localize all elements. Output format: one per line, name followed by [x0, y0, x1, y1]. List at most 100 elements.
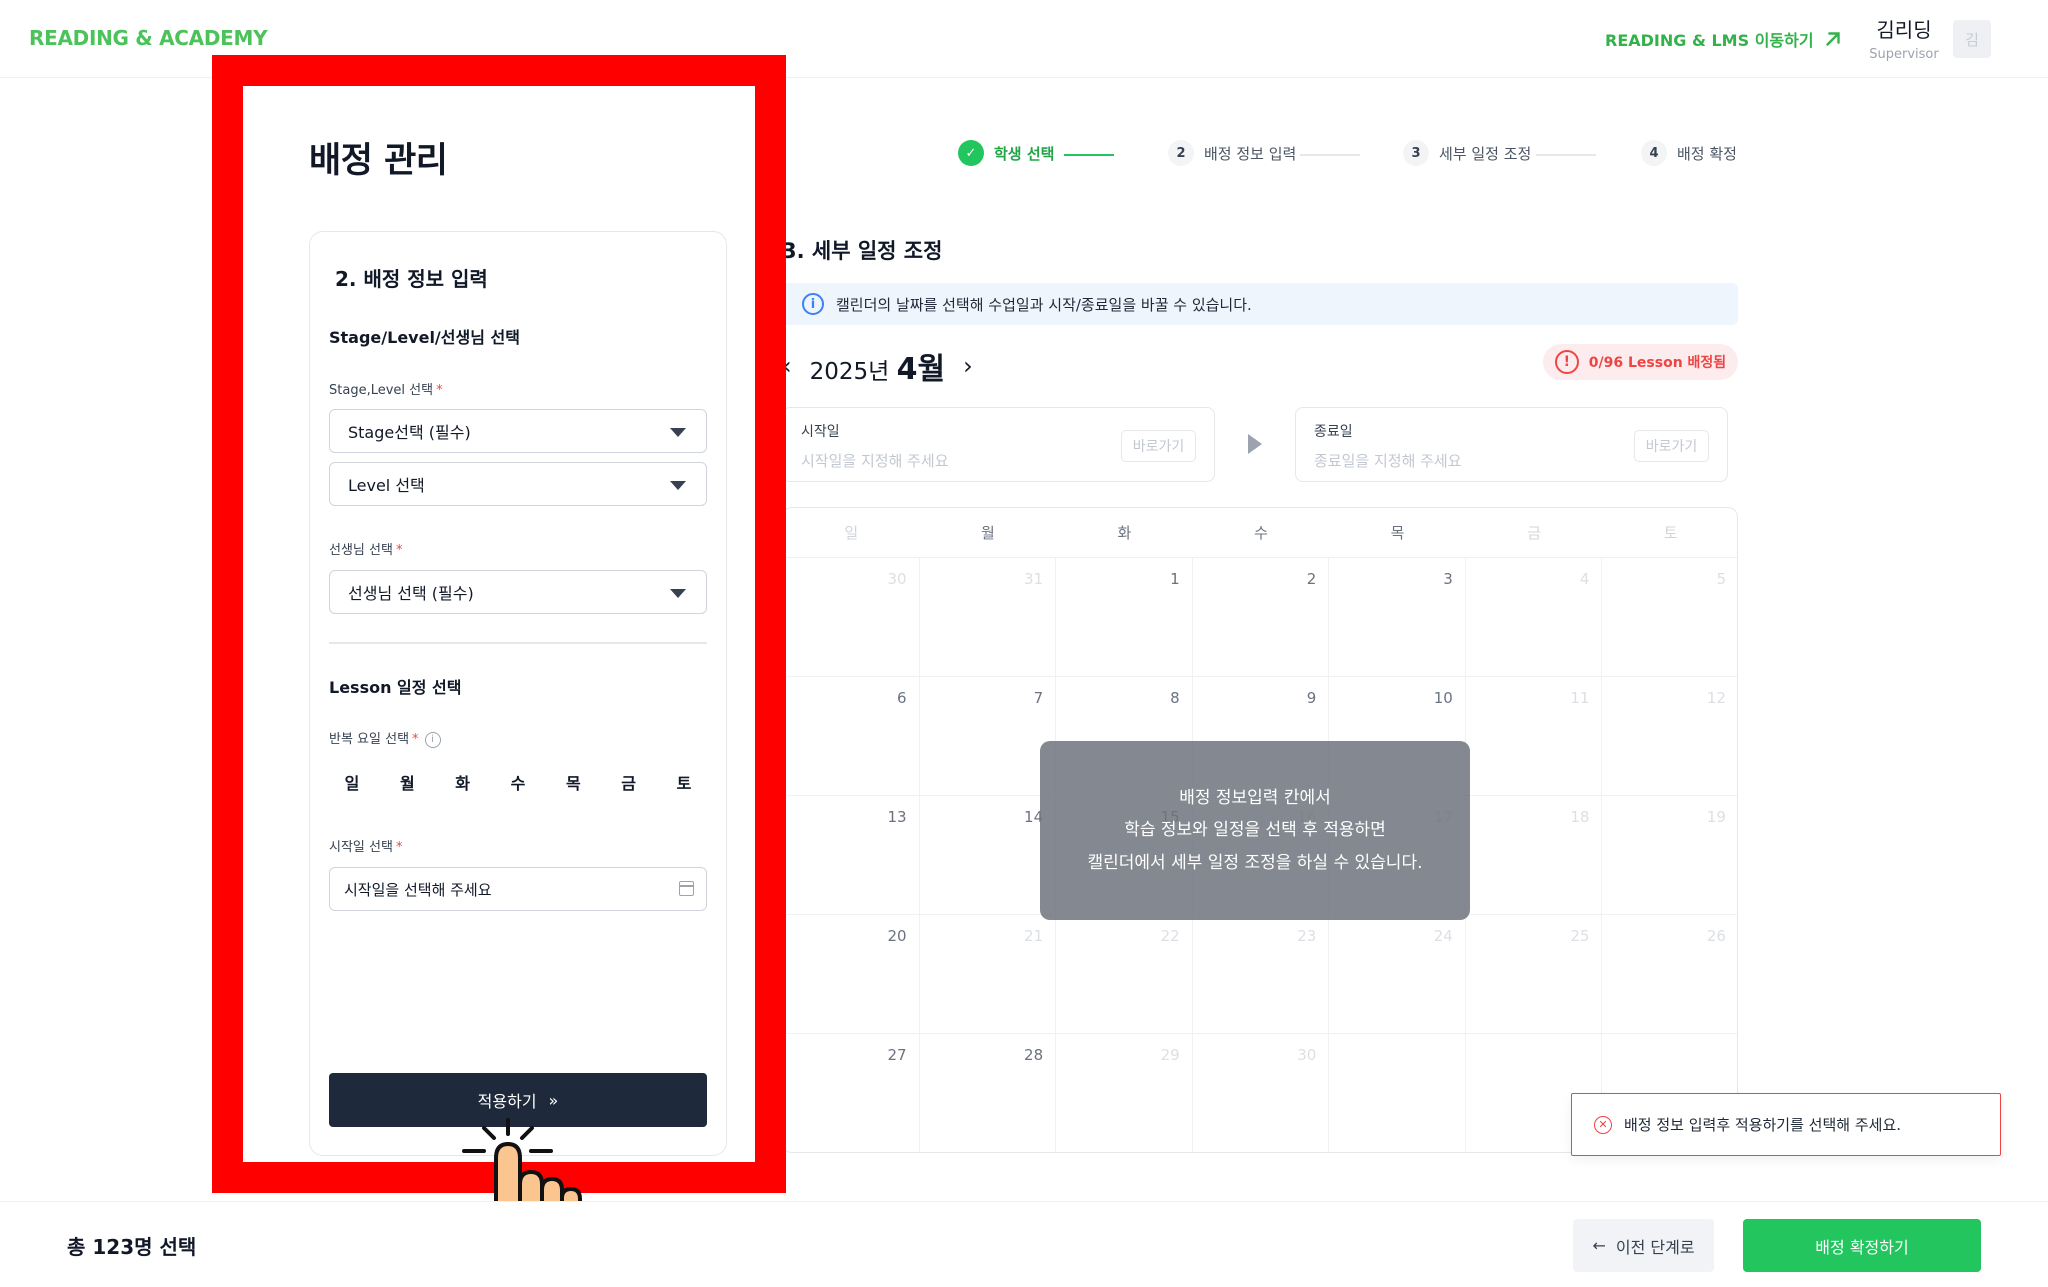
calendar-icon[interactable] [679, 881, 694, 896]
teacher-label: 선생님 선택 * [329, 539, 402, 558]
weekday-toggle-wed[interactable]: 수 [503, 770, 533, 794]
calendar-day-cell[interactable]: 21 [919, 915, 1057, 1034]
month-text: 4월 [896, 352, 946, 387]
start-date-input[interactable]: 시작일을 선택해 주세요 [329, 867, 707, 911]
avatar[interactable]: 김 [1953, 20, 1991, 58]
overlay-line: 배정 정보입력 칸에서 [1179, 787, 1331, 808]
calendar-day-cell[interactable]: 4 [1465, 558, 1603, 677]
teacher-select-value: 선생님 선택 (필수) [348, 584, 474, 603]
page-title: 배정 관리 [309, 141, 448, 181]
level-select[interactable]: Level 선택 [329, 462, 707, 506]
calendar-day-cell[interactable]: 1 [1056, 558, 1193, 677]
stepper: ✓ 학생 선택 2 배정 정보 입력 3 세부 일정 조정 4 배정 확정 [958, 140, 1738, 170]
play-arrow-icon [1248, 434, 1262, 454]
previous-step-button[interactable]: ← 이전 단계로 [1573, 1219, 1714, 1272]
app-logo[interactable]: READING & ACADEMY [29, 26, 268, 50]
calendar-day-number: 22 [1160, 927, 1180, 945]
weekday-toggle-tue[interactable]: 화 [448, 770, 478, 794]
calendar-day-number: 2 [1306, 570, 1317, 588]
info-banner: i 캘린더의 날짜를 선택해 수업일과 시작/종료일을 바꿀 수 있습니다. [782, 283, 1738, 325]
calendar-day-number: 9 [1306, 689, 1317, 707]
calendar-day-cell[interactable] [1329, 1034, 1466, 1152]
end-date-goto-button[interactable]: 바로가기 [1634, 430, 1709, 462]
weekday-toggle-sat[interactable]: 토 [669, 770, 699, 794]
caret-down-icon [670, 481, 686, 490]
teacher-select[interactable]: 선생님 선택 (필수) [329, 570, 707, 614]
calendar-day-cell[interactable]: 18 [1465, 796, 1603, 915]
calendar-day-number: 18 [1570, 808, 1590, 826]
caret-down-icon [670, 589, 686, 598]
lesson-schedule-section-title: Lesson 일정 선택 [329, 678, 462, 697]
calendar-day-cell[interactable]: 26 [1602, 915, 1737, 1034]
calendar-day-number: 6 [897, 689, 907, 707]
calendar-day-cell[interactable]: 13 [783, 796, 920, 915]
calendar-day-cell[interactable]: 24 [1329, 915, 1466, 1034]
confirm-assignment-button[interactable]: 배정 확정하기 [1743, 1219, 1981, 1272]
calendar-day-cell[interactable]: 12 [1602, 677, 1737, 796]
calendar-day-cell[interactable]: 5 [1602, 558, 1737, 677]
calendar-day-number: 30 [887, 570, 907, 588]
start-date-goto-button[interactable]: 바로가기 [1121, 430, 1196, 462]
error-toast: ✕ 배정 정보 입력후 적용하기를 선택해 주세요. [1571, 1093, 2001, 1156]
calendar-day-cell[interactable]: 14 [919, 796, 1057, 915]
calendar-day-number: 26 [1706, 927, 1726, 945]
weekday-toggle-fri[interactable]: 금 [614, 770, 644, 794]
calendar-day-cell[interactable]: 23 [1192, 915, 1330, 1034]
step-connector [1064, 154, 1114, 156]
calendar-day-cell[interactable]: 2 [1192, 558, 1330, 677]
calendar-day-number: 20 [887, 927, 907, 945]
calendar-day-number: 19 [1706, 808, 1726, 826]
toast-text: 배정 정보 입력후 적용하기를 선택해 주세요. [1624, 1116, 1902, 1134]
required-mark: * [395, 543, 403, 558]
calendar-day-cell[interactable]: 31 [919, 558, 1057, 677]
required-mark: * [412, 732, 419, 747]
calendar-day-cell[interactable]: 7 [919, 677, 1057, 796]
weekday-toggle-sun[interactable]: 일 [337, 770, 367, 794]
calendar-day-number: 12 [1706, 689, 1726, 707]
step-student-select: ✓ 학생 선택 [958, 140, 1054, 166]
calendar-day-number: 24 [1433, 927, 1453, 945]
calendar-day-cell[interactable]: 20 [783, 915, 920, 1034]
repeat-day-label: 반복 요일 선택 * i [329, 728, 441, 748]
weekday-header: 화 [1117, 524, 1132, 542]
stage-select[interactable]: Stage선택 (필수) [329, 409, 707, 453]
weekday-header: 일 [844, 524, 859, 542]
end-date-label: 종료일 [1314, 424, 1353, 440]
end-date-placeholder: 종료일을 지정해 주세요 [1314, 452, 1462, 470]
calendar-day-cell[interactable]: 19 [1602, 796, 1737, 915]
calendar-day-cell[interactable]: 30 [1193, 1034, 1330, 1152]
info-text: 캘린더의 날짜를 선택해 수업일과 시작/종료일을 바꿀 수 있습니다. [836, 295, 1252, 314]
calendar-day-cell[interactable]: 3 [1329, 558, 1466, 677]
level-select-value: Level 선택 [348, 476, 425, 495]
step-label: 세부 일정 조정 [1439, 144, 1532, 163]
step-number: 2 [1168, 140, 1194, 166]
calendar-day-cell[interactable]: 11 [1465, 677, 1603, 796]
calendar-day-cell[interactable]: 25 [1465, 915, 1603, 1034]
weekday-header: 토 [1663, 524, 1678, 542]
calendar-day-number: 11 [1570, 689, 1590, 707]
start-date-placeholder: 시작일을 지정해 주세요 [801, 452, 949, 470]
chevron-right-icon[interactable]: › [963, 352, 973, 380]
lms-link[interactable]: READING & LMS 이동하기 [1605, 27, 1844, 51]
weekday-toggle-thu[interactable]: 목 [558, 770, 588, 794]
start-date-label: 시작일 [801, 424, 840, 440]
calendar-day-cell[interactable]: 29 [1056, 1034, 1193, 1152]
calendar-day-cell[interactable]: 28 [920, 1034, 1057, 1152]
calendar-day-cell[interactable]: 30 [783, 558, 920, 677]
label-text: 시작일 선택 [329, 840, 393, 855]
lesson-count-badge: ! 0/96 Lesson 배정됨 [1543, 344, 1738, 380]
calendar-day-number: 10 [1433, 689, 1453, 707]
weekday-toggle-mon[interactable]: 월 [392, 770, 422, 794]
calendar-day-number: 5 [1716, 570, 1726, 588]
calendar-day-cell[interactable]: 27 [783, 1034, 920, 1152]
lms-link-label: READING & LMS 이동하기 [1605, 31, 1814, 50]
weekday-header: 목 [1390, 524, 1405, 542]
label-text: 반복 요일 선택 [329, 732, 410, 747]
calendar-day-cell[interactable]: 6 [783, 677, 920, 796]
info-icon[interactable]: i [424, 731, 441, 748]
calendar-day-number: 28 [1024, 1046, 1044, 1064]
calendar-day-cell[interactable]: 22 [1056, 915, 1193, 1034]
weekday-header: 수 [1254, 524, 1268, 542]
month-label: 2025년 4월 [810, 344, 946, 388]
label-text: 선생님 선택 [329, 543, 393, 558]
